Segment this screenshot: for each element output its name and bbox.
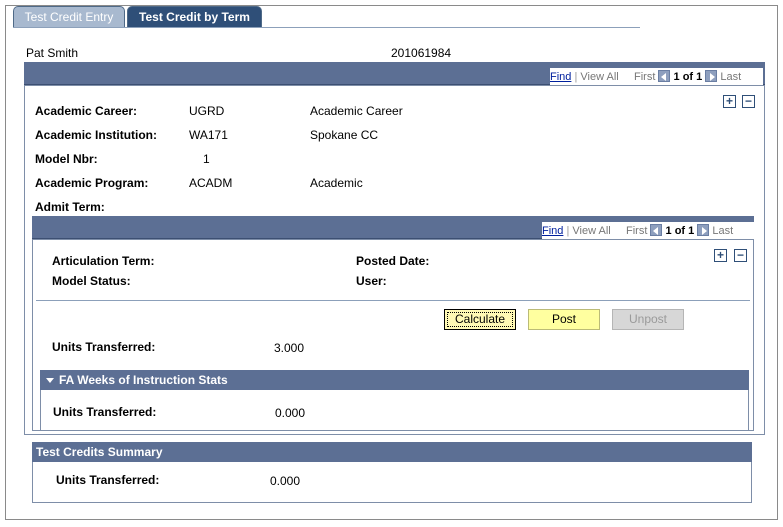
- summary-units-transferred-value: 0.000: [270, 474, 301, 488]
- fa-weeks-title: FA Weeks of Instruction Stats: [59, 373, 228, 387]
- academic-program-code: ACADM: [189, 176, 233, 190]
- outer-row-count: 1 of 1: [673, 71, 703, 83]
- outer-nav-tools: Find | View All First 1 of 1 Last: [550, 68, 763, 86]
- user-label: User:: [356, 274, 387, 288]
- academic-program-label: Academic Program:: [35, 176, 149, 190]
- posted-date-label: Posted Date:: [356, 254, 430, 268]
- inner-row-count: 1 of 1: [665, 225, 695, 237]
- outer-view-all-link[interactable]: View All: [580, 71, 618, 83]
- admit-term-label: Admit Term:: [35, 200, 105, 214]
- academic-career-label: Academic Career:: [35, 104, 138, 118]
- academic-program-desc: Academic: [310, 176, 363, 190]
- model-status-label: Model Status:: [52, 274, 131, 288]
- calculate-button[interactable]: Calculate: [444, 309, 516, 330]
- unpost-button: Unpost: [612, 309, 684, 330]
- model-nbr-label: Model Nbr:: [35, 152, 98, 166]
- articulation-term-label: Articulation Term:: [52, 254, 155, 268]
- units-transferred-value: 3.000: [274, 341, 305, 355]
- inner-find-link[interactable]: Find: [542, 225, 563, 237]
- inner-add-row-icon[interactable]: +: [714, 249, 727, 262]
- tab-test-credit-entry[interactable]: Test Credit Entry: [13, 6, 125, 28]
- test-credits-summary-header: Test Credits Summary: [32, 442, 752, 462]
- inner-view-all-link[interactable]: View All: [572, 225, 610, 237]
- outer-find-link[interactable]: Find: [550, 71, 571, 83]
- outer-previous-icon[interactable]: [658, 70, 671, 82]
- inner-previous-icon[interactable]: [650, 224, 663, 236]
- academic-institution-label: Academic Institution:: [35, 128, 158, 142]
- inner-first-label: First: [626, 225, 648, 237]
- inner-divider: [36, 300, 750, 301]
- academic-career-desc: Academic Career: [310, 104, 403, 118]
- academic-institution-desc: Spokane CC: [310, 128, 379, 142]
- outer-last-label: Last: [720, 71, 742, 83]
- tab-test-credit-by-term[interactable]: Test Credit by Term: [127, 6, 262, 28]
- outer-add-row-icon[interactable]: +: [723, 95, 736, 108]
- inner-next-icon[interactable]: [697, 224, 710, 236]
- outer-first-label: First: [634, 71, 656, 83]
- academic-career-code: UGRD: [189, 104, 225, 118]
- tab-underline: [13, 27, 640, 28]
- inner-nav-tools: Find | View All First 1 of 1 Last: [542, 222, 754, 240]
- inner-delete-row-icon[interactable]: −: [734, 249, 747, 262]
- fa-units-transferred-value: 0.000: [275, 406, 306, 420]
- outer-delete-row-icon[interactable]: −: [742, 95, 755, 108]
- academic-institution-code: WA171: [189, 128, 228, 142]
- post-button[interactable]: Post: [528, 309, 600, 330]
- summary-units-transferred-label: Units Transferred:: [56, 473, 160, 487]
- collapse-triangle-icon[interactable]: [46, 378, 54, 383]
- units-transferred-label: Units Transferred:: [52, 340, 156, 354]
- model-nbr-value: 1: [203, 152, 210, 166]
- outer-next-icon[interactable]: [705, 70, 718, 82]
- test-credits-summary-title: Test Credits Summary: [36, 445, 163, 459]
- fa-units-transferred-label: Units Transferred:: [53, 405, 157, 419]
- person-name: Pat Smith: [26, 46, 79, 60]
- fa-weeks-header[interactable]: FA Weeks of Instruction Stats: [40, 370, 749, 390]
- person-id: 201061984: [391, 46, 452, 60]
- inner-last-label: Last: [712, 225, 734, 237]
